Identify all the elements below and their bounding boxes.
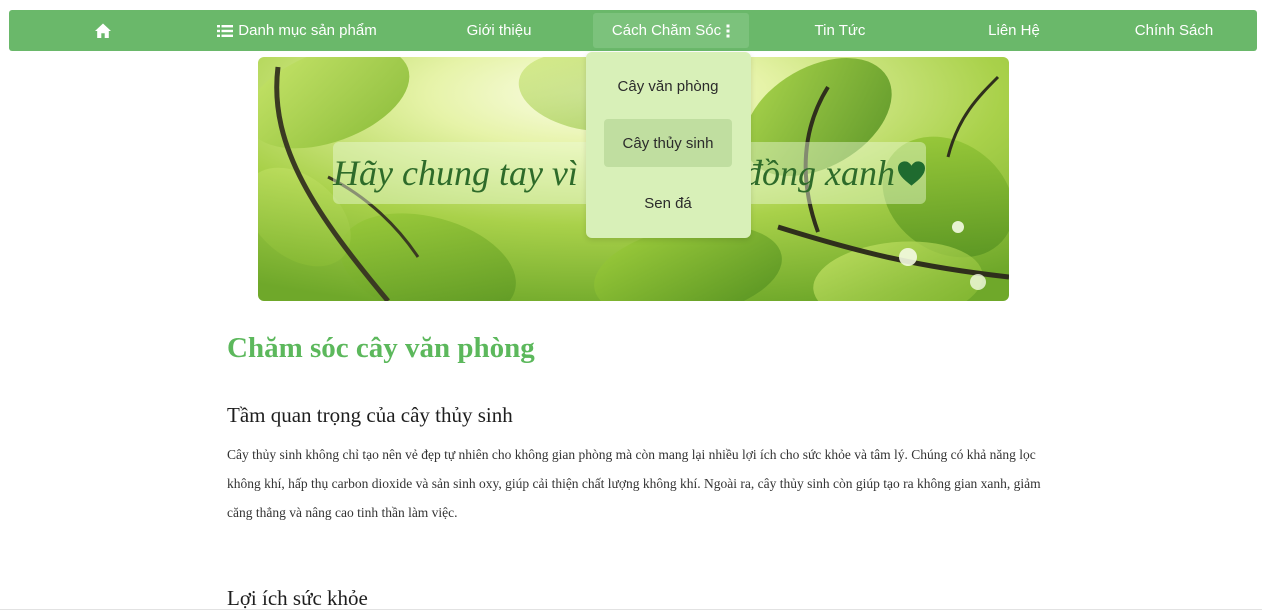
- nav-label-product-categories: Danh mục sản phẩm: [238, 22, 377, 39]
- nav-policy[interactable]: Chính Sách: [1119, 10, 1229, 51]
- banner-caption-right: đồng xanh: [744, 153, 896, 193]
- care-guide-dropdown: Cây văn phòng Cây thủy sinh Sen đá: [586, 52, 751, 238]
- section-heading-health-benefits: Lợi ích sức khỏe: [227, 586, 368, 610]
- section-paragraph-importance: Cây thủy sinh không chỉ tạo nên vẻ đẹp t…: [227, 447, 1041, 520]
- dropdown-item-office-plants[interactable]: Cây văn phòng: [604, 62, 732, 110]
- page-bottom-divider: [0, 609, 1262, 610]
- main-navbar: Danh mục sản phẩm Giới thiệu Cách Chăm S…: [9, 10, 1257, 51]
- banner-caption-left: Hãy chung tay vì: [333, 153, 578, 193]
- section-heading-importance: Tầm quan trọng của cây thủy sinh: [227, 403, 513, 427]
- nav-news[interactable]: Tin Tức: [785, 10, 895, 51]
- page-title: Chăm sóc cây văn phòng: [227, 332, 535, 364]
- list-icon: [217, 24, 234, 37]
- dropdown-item-succulents[interactable]: Sen đá: [604, 179, 732, 227]
- home-icon: [95, 23, 111, 38]
- nav-contact[interactable]: Liên Hệ: [959, 10, 1069, 51]
- nav-label-care-guide: Cách Chăm Sóc: [611, 22, 722, 39]
- nav-care-guide[interactable]: Cách Chăm Sóc: [593, 13, 749, 48]
- nav-label-policy: Chính Sách: [1134, 22, 1214, 39]
- dropdown-item-aquatic-plants[interactable]: Cây thủy sinh: [604, 119, 732, 167]
- nav-home[interactable]: [83, 10, 123, 51]
- nav-product-categories[interactable]: Danh mục sản phẩm: [197, 10, 397, 51]
- nav-label-news: Tin Tức: [814, 22, 866, 39]
- kebab-icon: [726, 24, 730, 37]
- nav-label-contact: Liên Hệ: [988, 22, 1040, 39]
- nav-about[interactable]: Giới thiệu: [439, 10, 559, 51]
- nav-label-about: Giới thiệu: [466, 22, 532, 39]
- heart-icon: [897, 160, 926, 186]
